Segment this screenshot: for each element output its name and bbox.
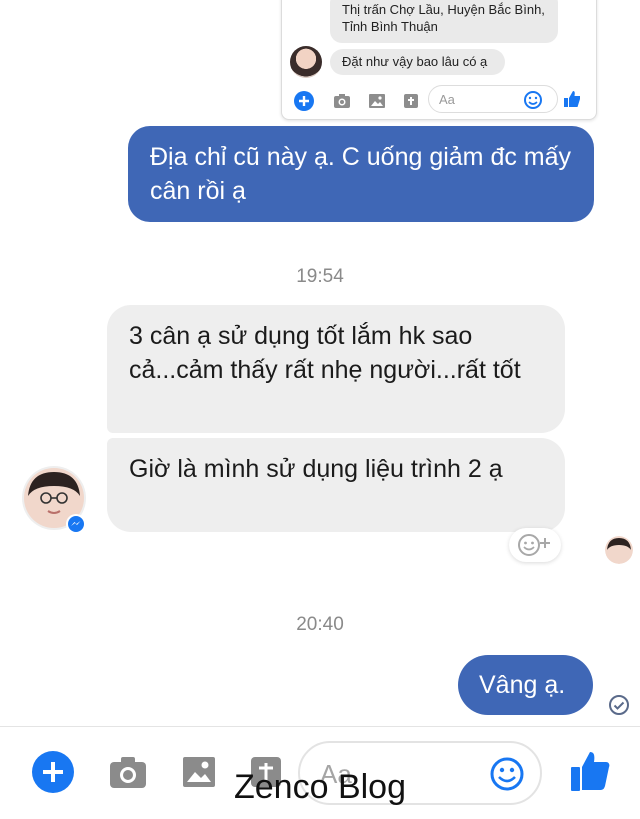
quoted-plus-icon [294,91,314,111]
messenger-badge-icon [66,514,86,534]
quoted-avatar [290,46,322,78]
message-text: 3 cân ạ sử dụng tốt lắm hk sao cả...cảm … [129,322,521,384]
timestamp: 19:54 [296,266,344,287]
message-bubble-outgoing[interactable]: Địa chỉ cũ này ạ. C uống giảm đc mấy cân… [128,126,594,222]
quoted-question-text: Đặt như vậy bao lâu có ạ [342,54,488,69]
message-text: Giờ là mình sử dụng liệu trình 2 ạ [129,455,503,483]
message-bubble-incoming[interactable]: Giờ là mình sử dụng liệu trình 2 ạ [107,438,565,532]
message-bubble-incoming[interactable]: 3 cân ạ sử dụng tốt lắm hk sao cả...cảm … [107,305,565,433]
quoted-screenshot: Thị trấn Chợ Lầu, Huyện Bắc Bình, Tỉnh B… [281,0,597,120]
quoted-image-icon [369,94,385,108]
sender-avatar[interactable] [22,466,86,534]
quoted-input-placeholder: Aa [439,92,455,107]
read-receipt-image [605,536,633,564]
timestamp: 20:40 [296,614,344,635]
quoted-composer-bar: Aa [282,81,596,119]
quoted-emoji-icon [524,91,542,109]
quoted-camera-icon [334,94,350,108]
message-bubble-outgoing[interactable]: Vâng ạ. [458,655,593,715]
message-text: Địa chỉ cũ này ạ. C uống giảm đc mấy cân… [150,143,572,205]
message-text: Vâng ạ. [479,671,566,699]
watermark-text: Zenco Blog [234,768,406,806]
quoted-like-icon [564,91,580,107]
quoted-address-text: Thị trấn Chợ Lầu, Huyện Bắc Bình, Tỉnh B… [342,2,545,34]
read-receipt-avatar [605,536,633,564]
quoted-address-bubble: Thị trấn Chợ Lầu, Huyện Bắc Bình, Tỉnh B… [330,0,558,43]
sent-check-icon [609,695,629,715]
add-reaction-button[interactable] [509,528,561,562]
add-reaction-icon [518,534,550,556]
quoted-question-bubble: Đặt như vậy bao lâu có ạ [330,49,505,75]
quoted-sticker-icon [404,94,418,108]
